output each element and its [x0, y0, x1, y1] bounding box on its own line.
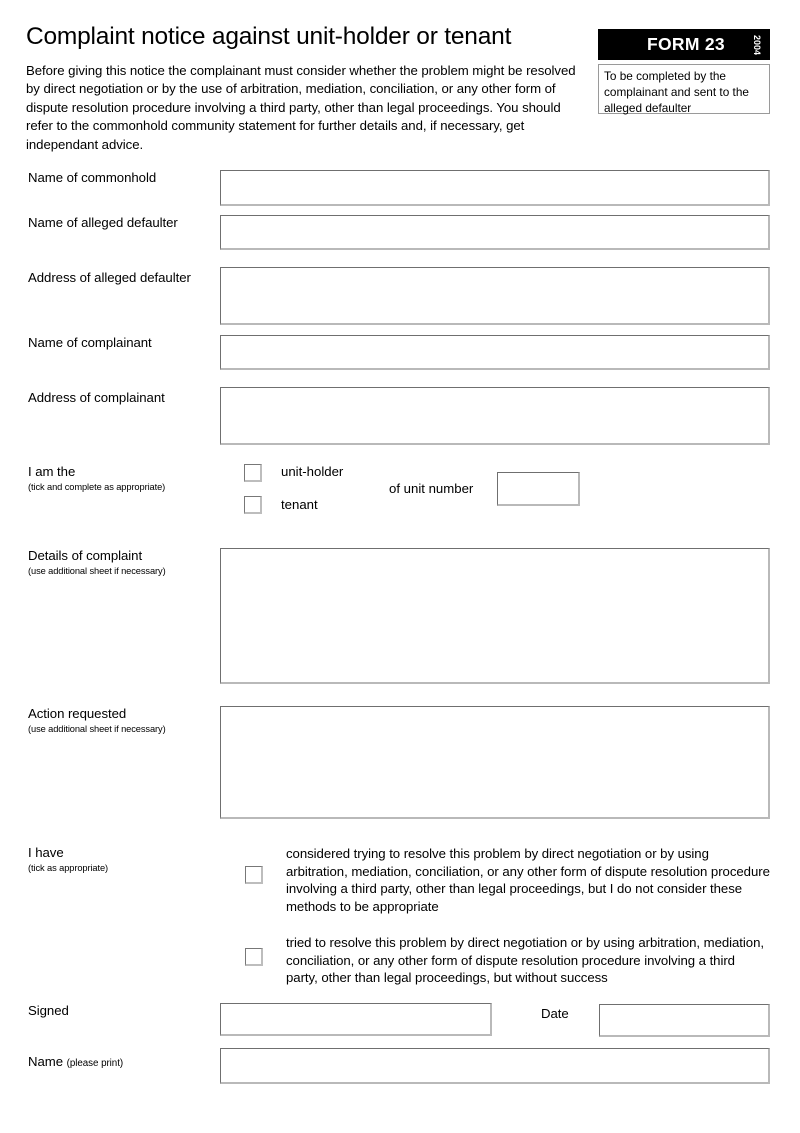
checkbox-tried-resolving[interactable] — [245, 948, 263, 966]
label-complainant-name: Name of complainant — [28, 335, 152, 350]
checkbox-tenant[interactable] — [244, 496, 262, 514]
input-complainant-address[interactable] — [220, 387, 770, 445]
label-tried-resolving: tried to resolve this problem by direct … — [286, 935, 764, 986]
input-date[interactable] — [599, 1004, 770, 1037]
label-unit-number: of unit number — [389, 481, 474, 496]
input-name-print[interactable] — [220, 1048, 770, 1084]
label-tenant: tenant — [281, 497, 318, 512]
completion-instruction-note: To be completed by the complainant and s… — [598, 64, 770, 115]
label-action-sub: (use additional sheet if necessary) — [28, 724, 166, 734]
label-details-sub: (use additional sheet if necessary) — [28, 566, 166, 576]
label-name-print: Name (please print) — [28, 1053, 123, 1072]
form-page: Complaint notice against unit-holder or … — [0, 0, 800, 1133]
input-defaulter-name[interactable] — [220, 215, 770, 250]
page-title: Complaint notice against unit-holder or … — [26, 23, 512, 50]
label-i-have-main: I have — [28, 845, 64, 860]
label-signed: Signed — [28, 1003, 69, 1018]
label-date: Date — [541, 1006, 569, 1021]
label-i-am-the: I am the (tick and complete as appropria… — [28, 463, 165, 493]
label-name-print-main: Name — [28, 1054, 63, 1069]
label-considered-resolving: considered trying to resolve this proble… — [286, 846, 770, 914]
checkbox-unit-holder[interactable] — [244, 464, 262, 482]
input-details-of-complaint[interactable] — [220, 548, 770, 684]
input-commonhold-name[interactable] — [220, 170, 770, 206]
label-unit-holder: unit-holder — [281, 464, 344, 479]
label-defaulter-address: Address of alleged defaulter — [28, 270, 191, 285]
label-action-requested: Action requested (use additional sheet i… — [28, 705, 166, 735]
label-i-am-the-sub: (tick and complete as appropriate) — [28, 482, 166, 492]
label-commonhold-name: Name of commonhold — [28, 170, 157, 185]
input-complainant-name[interactable] — [220, 335, 770, 370]
checkbox-considered-resolving[interactable] — [245, 866, 263, 884]
form-number-label: FORM 23 — [647, 34, 725, 54]
input-unit-number[interactable] — [497, 472, 580, 506]
input-signed[interactable] — [220, 1003, 492, 1036]
label-complainant-address: Address of complainant — [28, 390, 165, 405]
label-details-main: Details of complaint — [28, 548, 143, 563]
label-i-am-the-main: I am the — [28, 464, 76, 479]
input-action-requested[interactable] — [220, 706, 770, 819]
label-defaulter-name: Name of alleged defaulter — [28, 215, 178, 230]
label-i-have-sub: (tick as appropriate) — [28, 863, 109, 873]
label-details-of-complaint: Details of complaint (use additional she… — [28, 547, 166, 577]
label-name-print-sub: (please print) — [66, 1058, 124, 1069]
input-defaulter-address[interactable] — [220, 267, 770, 325]
label-action-main: Action requested — [28, 706, 127, 721]
form-year-label: 2004 — [751, 34, 762, 55]
intro-paragraph: Before giving this notice the complainan… — [26, 63, 576, 152]
form-number-badge: FORM 23 2004 — [598, 29, 770, 60]
label-i-have: I have (tick as appropriate) — [28, 844, 108, 874]
